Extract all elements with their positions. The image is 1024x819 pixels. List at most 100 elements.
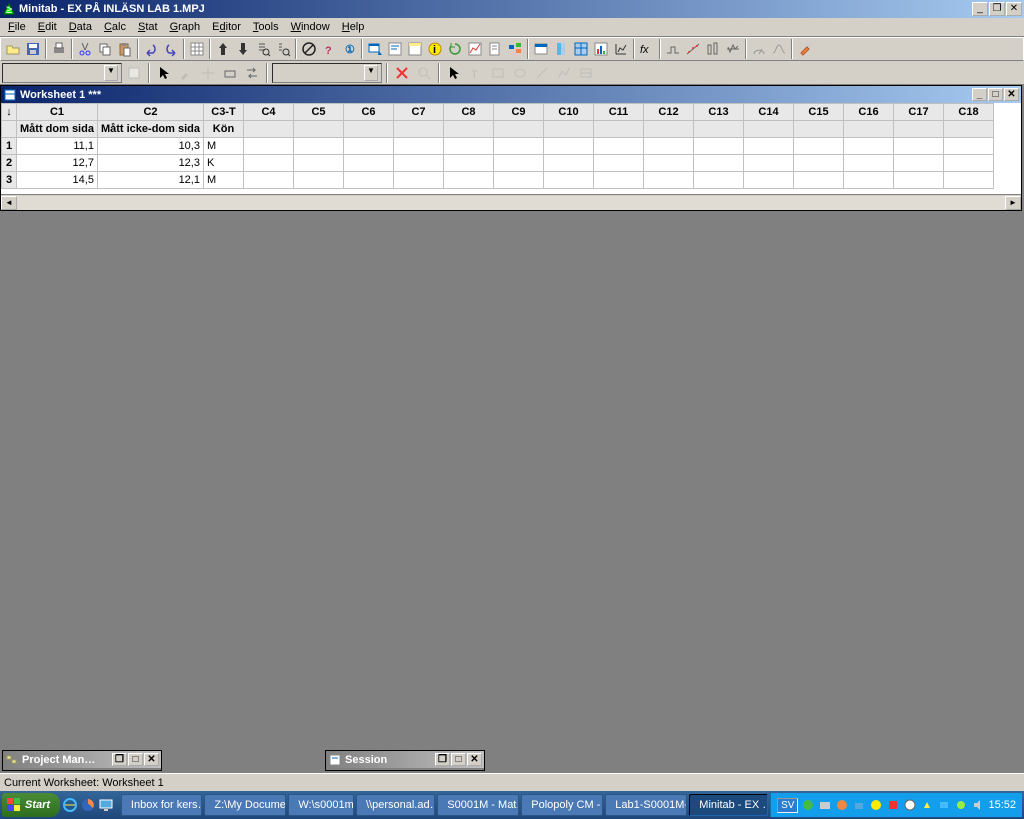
col-name[interactable]: Kön [203, 121, 243, 138]
pm-close-button[interactable]: ✕ [144, 753, 159, 766]
h-scrollbar[interactable]: ◄► [1, 194, 1021, 210]
data-cell[interactable]: 12,1 [97, 172, 203, 189]
tray-icon[interactable] [886, 798, 900, 812]
minimize-button[interactable]: _ [972, 2, 988, 16]
help-icon[interactable]: ? [319, 39, 339, 59]
row-header[interactable]: 3 [2, 172, 17, 189]
pm-maximize-button[interactable]: □ [128, 753, 143, 766]
task-button[interactable]: Inbox for kers… [121, 794, 202, 816]
fx-icon[interactable]: fx [637, 39, 657, 59]
data-cell[interactable]: M [203, 138, 243, 155]
tray-icon[interactable] [920, 798, 934, 812]
edit-icon[interactable] [124, 63, 144, 83]
worksheet-window-icon[interactable] [405, 39, 425, 59]
menu-file[interactable]: File [2, 20, 32, 34]
pm-restore-button[interactable]: ❐ [112, 753, 127, 766]
row-header[interactable]: 1 [2, 138, 17, 155]
stats-icon[interactable] [611, 39, 631, 59]
select-tool-icon[interactable] [444, 63, 464, 83]
col-header[interactable]: C9 [493, 104, 543, 121]
enable-commands-icon[interactable] [531, 39, 551, 59]
tray-icon[interactable] [903, 798, 917, 812]
menu-calc[interactable]: Calc [98, 20, 132, 34]
ellipse-tool-icon[interactable] [510, 63, 530, 83]
tray-icon[interactable] [835, 798, 849, 812]
reliability-icon[interactable] [769, 39, 789, 59]
resize-icon[interactable] [220, 63, 240, 83]
col-header[interactable]: C11 [593, 104, 643, 121]
row-header[interactable]: 2 [2, 155, 17, 172]
crosshair-icon[interactable] [198, 63, 218, 83]
stat-regression-icon[interactable] [683, 39, 703, 59]
task-button[interactable]: S0001M - Mat… [437, 794, 519, 816]
quality-icon[interactable] [749, 39, 769, 59]
brush-icon[interactable] [795, 39, 815, 59]
tray-icon[interactable] [818, 798, 832, 812]
marker-tool-icon[interactable] [576, 63, 596, 83]
graphs-window-icon[interactable] [465, 39, 485, 59]
tray-icon[interactable] [801, 798, 815, 812]
corner-cell[interactable]: ↓ [2, 104, 17, 121]
menu-data[interactable]: Data [63, 20, 98, 34]
data-cell[interactable]: K [203, 155, 243, 172]
volume-icon[interactable] [971, 798, 985, 812]
swap-icon[interactable] [242, 63, 262, 83]
cut-icon[interactable] [75, 39, 95, 59]
sess-maximize-button[interactable]: □ [451, 753, 466, 766]
stat-anova-icon[interactable] [703, 39, 723, 59]
col-header[interactable]: C6 [343, 104, 393, 121]
session-window-icon[interactable] [385, 39, 405, 59]
reportpad-icon[interactable] [485, 39, 505, 59]
col-header[interactable]: C10 [543, 104, 593, 121]
firefox-icon[interactable] [80, 796, 96, 814]
copy-icon[interactable] [95, 39, 115, 59]
data-cell[interactable]: 12,3 [97, 155, 203, 172]
paste-icon[interactable] [115, 39, 135, 59]
print-icon[interactable] [49, 39, 69, 59]
desktop-icon[interactable] [98, 796, 114, 814]
find-icon[interactable] [253, 39, 273, 59]
polyline-tool-icon[interactable] [554, 63, 574, 83]
find-next-icon[interactable] [273, 39, 293, 59]
col-header[interactable]: C4 [243, 104, 293, 121]
col-name[interactable]: Mått dom sida [17, 121, 98, 138]
redo-icon[interactable] [161, 39, 181, 59]
data-cell[interactable]: 12,7 [17, 155, 98, 172]
close-button[interactable]: ✕ [1006, 2, 1022, 16]
last-dialog-icon[interactable] [365, 39, 385, 59]
tray-icon[interactable] [954, 798, 968, 812]
cancel-icon[interactable] [299, 39, 319, 59]
tray-icon[interactable] [869, 798, 883, 812]
down-arrow-icon[interactable] [233, 39, 253, 59]
stat-basic-icon[interactable] [663, 39, 683, 59]
col-header[interactable]: C3-T [203, 104, 243, 121]
grid-icon[interactable] [571, 39, 591, 59]
col-header[interactable]: C12 [643, 104, 693, 121]
ie-icon[interactable] [62, 796, 78, 814]
data-cell[interactable]: 11,1 [17, 138, 98, 155]
tray-icon[interactable] [852, 798, 866, 812]
graph-combo[interactable]: ▼ [272, 63, 382, 83]
project-manager-icon[interactable] [505, 39, 525, 59]
ws-maximize-button[interactable]: □ [988, 88, 1003, 101]
cursor-icon[interactable] [154, 63, 174, 83]
task-button[interactable]: Z:\My Docume… [204, 794, 286, 816]
worksheet-icon[interactable] [187, 39, 207, 59]
info-icon[interactable]: ① [339, 39, 359, 59]
ws-minimize-button[interactable]: _ [972, 88, 987, 101]
col-header[interactable]: C14 [743, 104, 793, 121]
undo-icon[interactable] [141, 39, 161, 59]
menu-editor[interactable]: Editor [206, 20, 247, 34]
col-header[interactable]: C17 [893, 104, 943, 121]
info-window-icon[interactable]: i [425, 39, 445, 59]
line-tool-icon[interactable] [532, 63, 552, 83]
ws-close-button[interactable]: ✕ [1004, 88, 1019, 101]
task-button[interactable]: WLab1-S0001M-… [605, 794, 687, 816]
worksheet-grid[interactable]: ↓ C1 C2 C3-T C4 C5 C6 C7 C8 C9 C10 C11 C… [1, 103, 1021, 194]
task-button[interactable]: \\personal.ad… [356, 794, 435, 816]
col-header[interactable]: C15 [793, 104, 843, 121]
col-header[interactable]: C7 [393, 104, 443, 121]
menu-stat[interactable]: Stat [132, 20, 164, 34]
history-window-icon[interactable] [445, 39, 465, 59]
tray-icon[interactable] [937, 798, 951, 812]
